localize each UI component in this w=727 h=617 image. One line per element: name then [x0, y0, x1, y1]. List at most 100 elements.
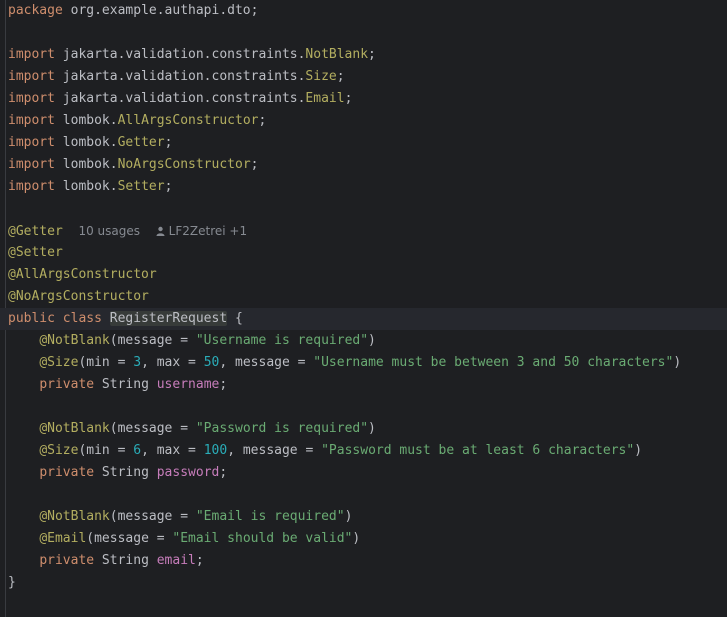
annotation-args: , max = [141, 355, 204, 370]
import-line[interactable]: import jakarta.validation.constraints.Si… [0, 66, 727, 88]
semicolon: ; [164, 135, 173, 150]
import-class: NoArgsConstructor [117, 157, 251, 172]
import-path: lombok. [54, 157, 118, 172]
import-keyword: import [8, 135, 55, 150]
import-keyword: import [8, 157, 55, 172]
import-keyword: import [8, 47, 55, 62]
code-editor[interactable]: package org.example.authapi.dto; import … [0, 0, 727, 617]
code-line[interactable]: @Size(min = 6, max = 100, message = "Pas… [0, 440, 727, 462]
annotation-args: (message = [109, 509, 196, 524]
noargs-annotation: @NoArgsConstructor [8, 289, 149, 304]
setter-annotation-line[interactable]: @Setter [0, 242, 727, 264]
string-literal: "Password is required" [195, 421, 369, 436]
annotation-args: , message = [219, 355, 314, 370]
number-literal: 50 [203, 355, 220, 370]
field-declaration-line[interactable]: private String password; [0, 462, 727, 484]
paren-close: ) [368, 333, 376, 348]
notblank-annotation: @NotBlank [39, 509, 110, 524]
import-path: jakarta.validation.constraints. [54, 91, 306, 106]
size-annotation: @Size [39, 355, 79, 370]
noargs-annotation-line[interactable]: @NoArgsConstructor [0, 286, 727, 308]
semicolon: ; [250, 157, 259, 172]
import-class: Size [305, 69, 337, 84]
annotation-args: , max = [141, 443, 204, 458]
brace-close: } [8, 575, 16, 590]
number-literal: 6 [133, 443, 142, 458]
paren-close: ) [344, 509, 353, 524]
semicolon: ; [368, 47, 376, 62]
annotation-args: (message = [109, 421, 196, 436]
import-class: AllArgsConstructor [117, 113, 259, 128]
import-line[interactable]: import lombok.NoArgsConstructor; [0, 154, 727, 176]
package-keyword: package [8, 3, 63, 18]
private-keyword: private [39, 553, 95, 568]
class-closing-line[interactable]: } [0, 572, 727, 594]
code-line[interactable]: @Email(message = "Email should be valid"… [0, 528, 727, 550]
semicolon: ; [219, 465, 228, 480]
annotation-args: (min = [78, 355, 134, 370]
notblank-annotation: @NotBlank [39, 421, 110, 436]
number-literal: 100 [203, 443, 228, 458]
import-path: jakarta.validation.constraints. [54, 69, 306, 84]
semicolon: ; [336, 69, 345, 84]
import-keyword: import [8, 113, 55, 128]
annotation-args: (min = [78, 443, 134, 458]
author-name: LF2Zetrei +1 [168, 224, 248, 238]
import-line[interactable]: import jakarta.validation.constraints.No… [0, 44, 727, 66]
semicolon: ; [219, 377, 228, 392]
import-class: Email [305, 91, 345, 106]
paren-close: ) [634, 443, 643, 458]
import-line[interactable]: import lombok.AllArgsConstructor; [0, 110, 727, 132]
string-literal: "Email is required" [195, 509, 345, 524]
getter-annotation: @Getter [8, 224, 63, 239]
package-line[interactable]: package org.example.authapi.dto; [0, 0, 727, 22]
notblank-annotation: @NotBlank [39, 333, 110, 348]
import-path: jakarta.validation.constraints. [54, 47, 306, 62]
field-type: String [94, 553, 157, 568]
field-declaration-line[interactable]: private String username; [0, 374, 727, 396]
semicolon: ; [164, 179, 173, 194]
getter-annotation-line[interactable]: @Getter 10 usages LF2Zetrei +1 [0, 220, 727, 242]
package-name: org.example.authapi.dto; [62, 3, 259, 18]
code-line[interactable]: @NotBlank(message = "Email is required") [0, 506, 727, 528]
string-literal: "Username must be between 3 and 50 chara… [313, 355, 674, 370]
annotation-args: (message = [86, 531, 173, 546]
allargs-annotation-line[interactable]: @AllArgsConstructor [0, 264, 727, 286]
brace-open: { [227, 311, 243, 326]
author-hint[interactable]: LF2Zetrei +1 [156, 224, 247, 238]
import-path: lombok. [54, 135, 118, 150]
string-literal: "Username is required" [195, 333, 369, 348]
code-line[interactable]: @NotBlank(message = "Password is require… [0, 418, 727, 440]
class-keyword: public class [8, 311, 102, 326]
paren-close: ) [673, 355, 682, 370]
private-keyword: private [39, 465, 95, 480]
paren-close: ) [368, 421, 376, 436]
class-declaration-line[interactable]: public class RegisterRequest { [0, 308, 727, 330]
code-line[interactable]: @NotBlank(message = "Username is require… [0, 330, 727, 352]
import-path: lombok. [54, 179, 118, 194]
import-line[interactable]: import lombok.Getter; [0, 132, 727, 154]
field-declaration-line[interactable]: private String email; [0, 550, 727, 572]
import-line[interactable]: import lombok.Setter; [0, 176, 727, 198]
field-name: password [156, 465, 220, 480]
number-literal: 3 [133, 355, 142, 370]
import-line[interactable]: import jakarta.validation.constraints.Em… [0, 88, 727, 110]
email-annotation: @Email [39, 531, 87, 546]
semicolon: ; [258, 113, 267, 128]
private-keyword: private [39, 377, 95, 392]
string-literal: "Password must be at least 6 characters" [321, 443, 635, 458]
string-literal: "Email should be valid" [172, 531, 353, 546]
import-class: NotBlank [305, 47, 369, 62]
class-name[interactable]: RegisterRequest [109, 311, 228, 326]
size-annotation: @Size [39, 443, 79, 458]
usages-hint[interactable]: 10 usages [78, 224, 140, 238]
import-class: Setter [117, 179, 165, 194]
setter-annotation: @Setter [8, 245, 63, 260]
import-class: Getter [117, 135, 165, 150]
import-keyword: import [8, 91, 55, 106]
field-name: username [156, 377, 220, 392]
annotation-args: , message = [227, 443, 322, 458]
annotation-args: (message = [109, 333, 196, 348]
import-keyword: import [8, 69, 55, 84]
code-line[interactable]: @Size(min = 3, max = 50, message = "User… [0, 352, 727, 374]
